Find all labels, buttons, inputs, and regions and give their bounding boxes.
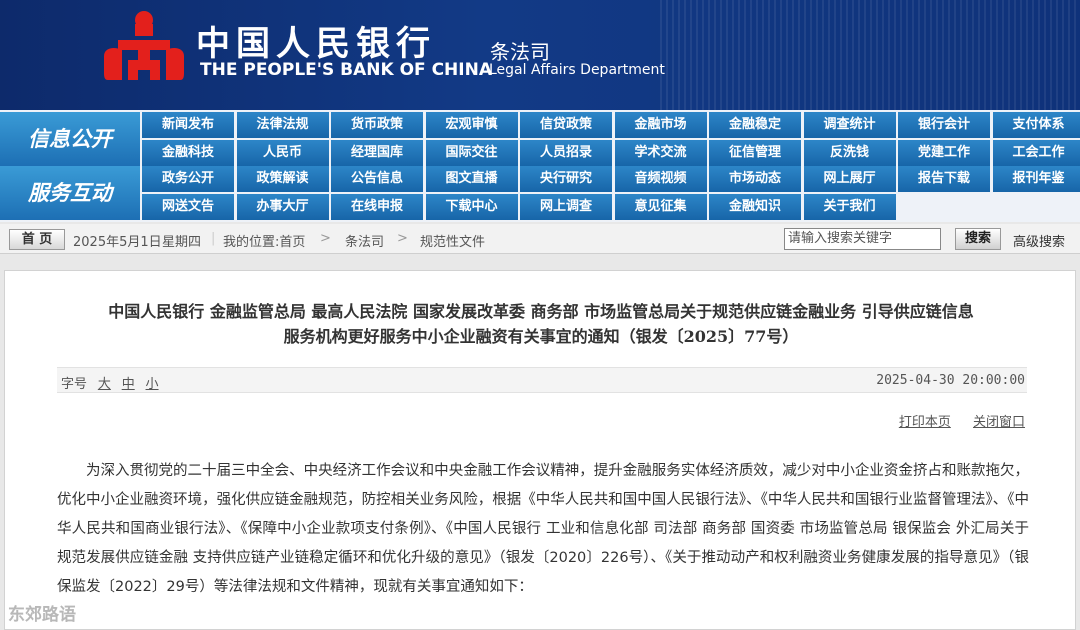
search-input[interactable]: 请输入搜索关键字 xyxy=(784,228,941,250)
nav-item[interactable]: 政务公开 xyxy=(142,166,234,192)
nav-item[interactable]: 信贷政策 xyxy=(520,112,612,138)
nav-group-label: 服务互动 xyxy=(0,166,140,220)
nav-item[interactable]: 下载中心 xyxy=(425,194,518,220)
nav-item[interactable]: 征信管理 xyxy=(709,140,801,166)
nav-item[interactable]: 报刊年鉴 xyxy=(992,166,1080,192)
nav-item[interactable]: 金融科技 xyxy=(142,140,234,166)
article-meta-bar: 字号 大 中 小 2025-04-30 20:00:00 xyxy=(57,367,1027,393)
nav-item[interactable]: 支付体系 xyxy=(992,112,1080,138)
nav-item[interactable]: 法律法规 xyxy=(236,112,329,138)
source-watermark: 东郊路语 xyxy=(8,605,76,625)
nav-item[interactable]: 音频视频 xyxy=(614,166,707,192)
pboc-logo-icon[interactable] xyxy=(100,10,188,88)
advanced-search-link[interactable]: 高级搜索 xyxy=(1013,231,1065,250)
article-actions: 打印本页 关闭窗口 xyxy=(881,411,1025,430)
nav-group-items: 新闻发布 法律法规 货币政策 宏观审慎 信贷政策 金融市场 金融稳定 调查统计 银行会计 支付体系… xyxy=(140,112,1080,166)
nav-group-service: 服务互动 政务公开 政策解读 公告信息 图文直播 央行研究 音频视频 市场动态 网上展厅 报告下… xyxy=(0,166,1080,220)
article-title: 中国人民银行 金融监管总局 最高人民法院 国家发展改革委 商务部 市场监管总局关… xyxy=(5,299,1077,349)
breadcrumb-legal-affairs[interactable]: 条法司 xyxy=(345,231,384,250)
nav-item[interactable]: 公告信息 xyxy=(331,166,423,192)
article-title-line: 服务机构更好服务中小企业融资有关事宜的通知（银发〔2025〕77号） xyxy=(283,327,799,346)
nav-item[interactable]: 金融市场 xyxy=(614,112,707,138)
publish-datetime: 2025-04-30 20:00:00 xyxy=(876,373,1025,388)
current-date: 2025年5月1日 xyxy=(73,235,162,250)
nav-item[interactable]: 货币政策 xyxy=(331,112,423,138)
nav-item[interactable]: 经理国库 xyxy=(331,140,423,166)
nav-item[interactable]: 在线申报 xyxy=(331,194,423,220)
nav-item[interactable]: 网上调查 xyxy=(520,194,612,220)
nav-item[interactable]: 党建工作 xyxy=(898,140,990,166)
nav-item[interactable]: 央行研究 xyxy=(520,166,612,192)
search-button[interactable]: 搜索 xyxy=(955,228,1001,250)
department-name-en: Legal Affairs Department xyxy=(489,62,665,78)
nav-item[interactable]: 办事大厅 xyxy=(236,194,329,220)
nav-group-items: 政务公开 政策解读 公告信息 图文直播 央行研究 音频视频 市场动态 网上展厅 报告下载 报刊年鉴… xyxy=(140,166,1080,220)
nav-item[interactable]: 政策解读 xyxy=(236,166,329,192)
nav-item[interactable]: 意见征集 xyxy=(614,194,707,220)
header-decoration xyxy=(660,0,1080,110)
nav-group-label: 信息公开 xyxy=(0,112,140,166)
nav-item[interactable]: 反洗钱 xyxy=(803,140,896,166)
breadcrumb-location[interactable]: 我的位置:首页 xyxy=(223,231,305,250)
breadcrumb-separator: > xyxy=(320,231,331,246)
nav-item[interactable]: 宏观审慎 xyxy=(425,112,518,138)
breadcrumb-separator: > xyxy=(397,231,408,246)
print-page-link[interactable]: 打印本页 xyxy=(899,415,951,430)
nav-item[interactable]: 人民币 xyxy=(236,140,329,166)
breadcrumb-normative-docs[interactable]: 规范性文件 xyxy=(420,231,485,250)
nav-item[interactable]: 工会工作 xyxy=(992,140,1080,166)
nav-item[interactable]: 网上展厅 xyxy=(803,166,896,192)
article-panel: 中国人民银行 金融监管总局 最高人民法院 国家发展改革委 商务部 市场监管总局关… xyxy=(4,270,1076,630)
nav-item[interactable]: 人员招录 xyxy=(520,140,612,166)
department-name-cn: 条法司 xyxy=(490,40,550,64)
font-size-label: 字号 xyxy=(61,377,88,392)
nav-item[interactable]: 金融知识 xyxy=(709,194,801,220)
home-button[interactable]: 首 页 xyxy=(9,229,65,250)
main-nav: 信息公开 新闻发布 法律法规 货币政策 宏观审慎 信贷政策 金融市场 金融稳定 调查统计 银行会… xyxy=(0,110,1080,222)
current-weekday: 星期四 xyxy=(162,235,202,250)
nav-item[interactable]: 新闻发布 xyxy=(142,112,234,138)
article-body: 为深入贯彻党的二十届三中全会、中央经济工作会议和中央金融工作会议精神，提升金融服… xyxy=(57,463,1029,595)
font-size-large-link[interactable]: 大 xyxy=(98,377,111,392)
breadcrumb-bar: 首 页 2025年5月1日 星期四 | 我的位置:首页 > 条法司 > 规范性文… xyxy=(0,224,1080,254)
nav-item[interactable]: 银行会计 xyxy=(898,112,990,138)
font-size-small-link[interactable]: 小 xyxy=(146,377,159,392)
nav-item[interactable]: 关于我们 xyxy=(803,194,896,220)
nav-item[interactable]: 市场动态 xyxy=(709,166,801,192)
font-size-medium-link[interactable]: 中 xyxy=(122,377,135,392)
nav-item[interactable]: 图文直播 xyxy=(425,166,518,192)
article-title-line: 中国人民银行 金融监管总局 最高人民法院 国家发展改革委 商务部 市场监管总局关… xyxy=(108,302,974,321)
nav-item[interactable]: 报告下载 xyxy=(898,166,990,192)
brand-name-en[interactable]: THE PEOPLE'S BANK OF CHINA xyxy=(200,60,492,80)
nav-item[interactable]: 国际交往 xyxy=(425,140,518,166)
nav-item[interactable]: 学术交流 xyxy=(614,140,707,166)
close-window-link[interactable]: 关闭窗口 xyxy=(973,415,1025,430)
nav-item[interactable]: 网送文告 xyxy=(142,194,234,220)
font-size-selector: 字号 大 中 小 xyxy=(61,373,159,392)
nav-item[interactable]: 金融稳定 xyxy=(709,112,801,138)
nav-group-info: 信息公开 新闻发布 法律法规 货币政策 宏观审慎 信贷政策 金融市场 金融稳定 调查统计 银行会… xyxy=(0,112,1080,166)
brand-name-cn[interactable]: 中国人民银行 xyxy=(196,16,436,65)
nav-item[interactable]: 调查统计 xyxy=(803,112,896,138)
site-header: 中国人民银行 THE PEOPLE'S BANK OF CHINA 条法司 Le… xyxy=(0,0,1080,110)
